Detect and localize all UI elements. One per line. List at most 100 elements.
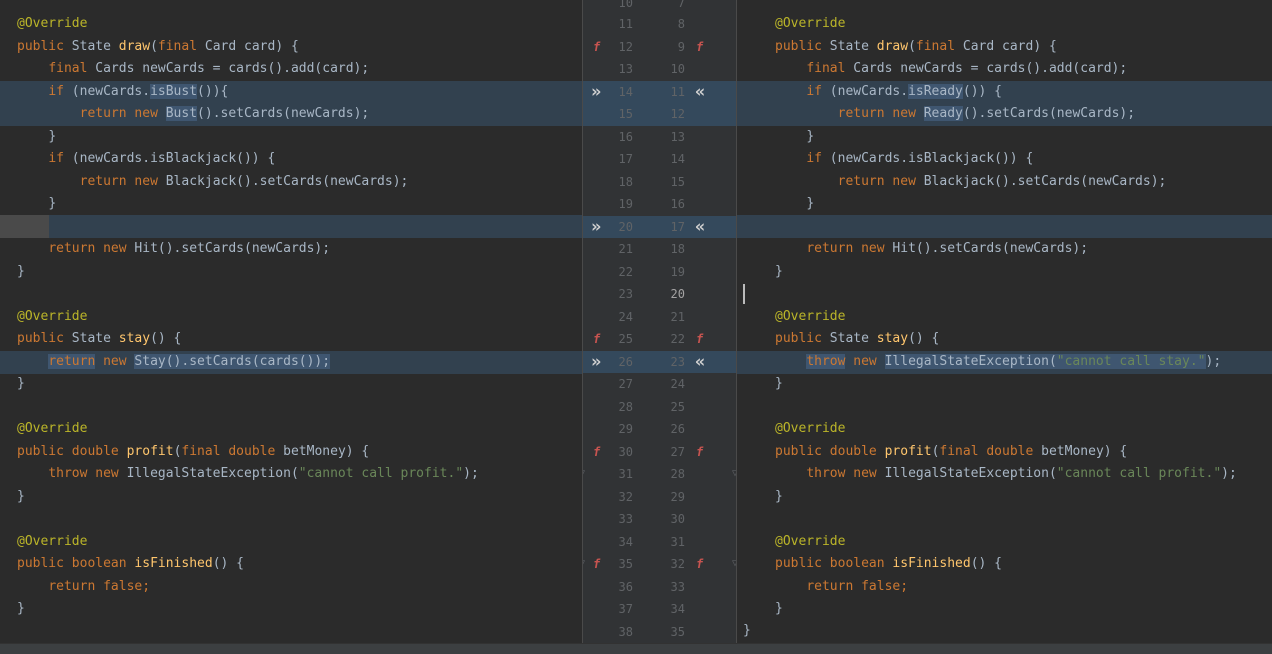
code-line: } xyxy=(17,601,25,616)
code-line: } xyxy=(48,128,57,144)
left-editor-pane[interactable]: @Override public State draw(final Card c… xyxy=(0,0,582,643)
right-line-number: 16 xyxy=(670,197,685,211)
diff-changed-line: throw new IllegalStateException("cannot … xyxy=(737,351,1272,374)
fold-marker-icon[interactable]: ▽ xyxy=(583,553,585,576)
left-line-number: 12 xyxy=(618,39,633,54)
override-method-icon[interactable]: f xyxy=(696,441,703,464)
accept-change-arrow-icon[interactable]: » xyxy=(591,351,601,374)
left-line-number: 32 xyxy=(618,489,633,504)
override-method-icon[interactable]: f xyxy=(593,441,600,464)
right-line-number: 15 xyxy=(670,174,685,189)
gutter-row: 14 11 » « xyxy=(583,80,736,104)
revert-change-arrow-icon[interactable]: « xyxy=(695,351,705,374)
gutter-row: 17 14 xyxy=(583,148,736,171)
right-line-number: 30 xyxy=(670,512,685,526)
gutter-row: 27 24 xyxy=(583,373,736,396)
accept-change-arrow-icon[interactable]: » xyxy=(591,81,601,104)
code-line: } xyxy=(806,128,815,144)
left-line-number: 30 xyxy=(618,444,633,459)
code-line: } xyxy=(17,263,25,279)
gutter-row: 22 19 xyxy=(583,261,736,284)
right-line-number: 33 xyxy=(670,579,685,594)
left-line-number: 31 xyxy=(618,467,633,481)
empty-line-marker xyxy=(0,215,49,238)
right-line-number: 10 xyxy=(670,62,685,76)
diff-changed-line: return new Bust().setCards(newCards); xyxy=(0,103,582,126)
right-line-number: 27 xyxy=(670,444,685,459)
override-method-icon[interactable]: f xyxy=(696,328,703,351)
code-line: } xyxy=(48,196,57,211)
left-line-number: 17 xyxy=(618,152,633,166)
right-line-number: 28 xyxy=(670,467,685,481)
left-line-number: 19 xyxy=(618,197,633,211)
code-line: if (newCards.isBlackjack()) { xyxy=(48,151,276,166)
code-line: @Override xyxy=(775,534,846,549)
right-line-number: 11 xyxy=(670,84,685,99)
diff-changed-line: if (newCards.isBust()){ xyxy=(0,80,582,103)
diff-inserted-placeholder xyxy=(0,215,582,238)
left-line-number: 35 xyxy=(618,557,633,571)
right-line-number: 32 xyxy=(670,557,685,571)
diff-inserted-line xyxy=(737,215,1272,238)
left-line-number: 33 xyxy=(618,512,633,526)
gutter-row: 30 27 f f xyxy=(583,441,736,464)
gutter-row: 12 9 f f xyxy=(583,36,736,59)
left-line-number: 22 xyxy=(618,264,633,279)
right-line-number: 23 xyxy=(670,354,685,369)
override-method-icon[interactable]: f xyxy=(593,553,600,576)
code-line: @Override xyxy=(775,309,846,324)
accept-change-arrow-icon[interactable]: » xyxy=(591,216,601,239)
gutter-row: 11 8 xyxy=(583,13,736,36)
right-line-number: 22 xyxy=(670,332,685,346)
code-line: final Cards newCards = cards().add(card)… xyxy=(806,61,1128,76)
right-line-number: 31 xyxy=(670,534,685,549)
code-line: } xyxy=(775,376,783,391)
left-line-number: 36 xyxy=(618,579,633,594)
diff-changed-line: if (newCards.isReady()) { xyxy=(737,80,1272,103)
left-line-number: 23 xyxy=(618,287,633,301)
code-line: @Override xyxy=(17,309,88,324)
gutter-row: 36 33 xyxy=(583,576,736,599)
override-method-icon[interactable]: f xyxy=(696,36,703,59)
left-line-number: 28 xyxy=(618,399,633,414)
override-method-icon[interactable]: f xyxy=(593,36,600,59)
diff-changed-line: return new Ready().setCards(newCards); xyxy=(737,103,1272,126)
override-method-icon[interactable]: f xyxy=(593,328,600,351)
gutter-row: 19 16 xyxy=(583,193,736,216)
fold-marker-icon[interactable]: ▽ xyxy=(583,463,585,486)
right-line-number: 17 xyxy=(670,219,685,234)
right-line-number: 35 xyxy=(670,624,685,639)
left-line-number: 15 xyxy=(618,107,633,121)
gutter-row: 32 29 xyxy=(583,486,736,509)
gutter-row: 3532ff▽▽ xyxy=(583,553,736,576)
revert-change-arrow-icon[interactable]: « xyxy=(695,81,705,104)
code-line: throw new IllegalStateException("cannot … xyxy=(48,466,479,481)
code-line: public State stay() { xyxy=(775,331,940,346)
left-line-number: 38 xyxy=(618,624,633,639)
diff-gutter: 10 7 11 8 12 9 f f 13 10 14 11» «15 12 16 13 17 14 18 15 19… xyxy=(582,0,737,643)
code-line: public State stay() { xyxy=(17,331,182,346)
code-line: return new Blackjack().setCards(newCards… xyxy=(79,173,409,189)
override-method-icon[interactable]: f xyxy=(696,553,703,576)
gutter-row: 29 26 xyxy=(583,418,736,441)
right-line-number: 34 xyxy=(670,602,685,616)
revert-change-arrow-icon[interactable]: « xyxy=(695,216,705,239)
right-editor-pane[interactable]: @Override public State draw(final Card c… xyxy=(737,0,1272,643)
left-line-number: 27 xyxy=(618,377,633,391)
left-line-number: 11 xyxy=(618,17,633,31)
gutter-row: 13 10 xyxy=(583,58,736,81)
gutter-row: 38 35 xyxy=(583,621,736,644)
gutter-row: 20 17 » « xyxy=(583,215,736,239)
code-line: public State draw(final Card card) { xyxy=(17,38,299,54)
left-line-number: 34 xyxy=(618,534,633,549)
code-line: public double profit(final double betMon… xyxy=(17,444,370,459)
right-line-number: 25 xyxy=(670,399,685,414)
status-bar xyxy=(0,643,1272,654)
code-line: } xyxy=(775,489,783,504)
left-line-number: 13 xyxy=(618,62,633,76)
code-line: @Override xyxy=(775,16,846,31)
code-line: @Override xyxy=(17,421,88,436)
left-line-number: 24 xyxy=(618,309,633,324)
gutter-row: 21 18 xyxy=(583,238,736,261)
right-line-number: 20 xyxy=(670,287,685,301)
